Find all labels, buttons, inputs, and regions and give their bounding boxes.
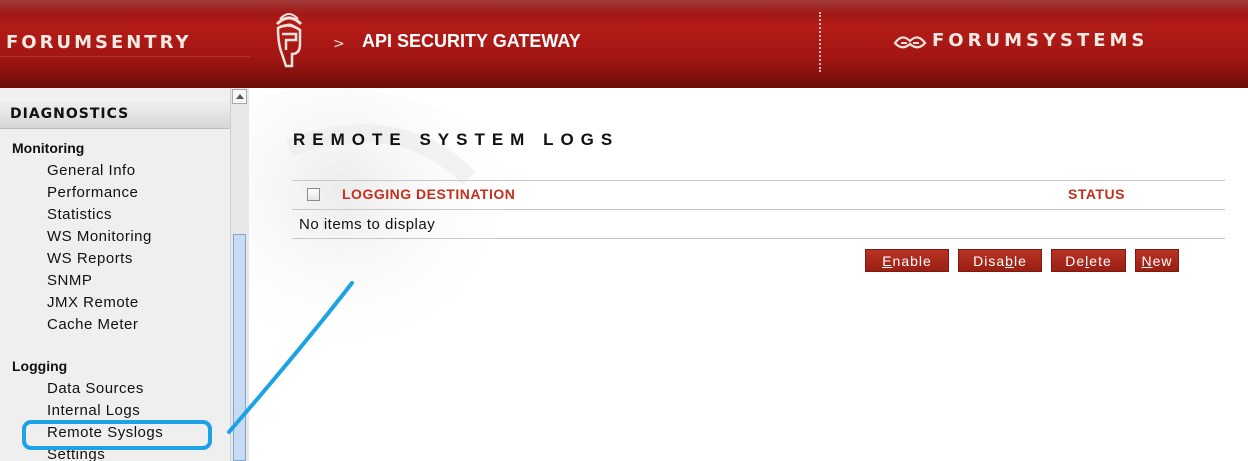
chevron-right-icon: > [333,36,345,52]
forumsentry-logo-text: FORUMSENTRY [6,32,192,53]
sidebar: DIAGNOSTICS Monitoring General Info Perf… [0,88,231,461]
sidebar-item-ws-monitoring[interactable]: WS Monitoring [47,228,152,245]
enable-button[interactable]: Enable [865,249,949,272]
select-all-checkbox[interactable] [307,188,320,201]
sidebar-scrollbar[interactable] [230,88,249,461]
column-header-status[interactable]: STATUS [1068,186,1125,202]
sidebar-item-performance[interactable]: Performance [47,184,138,201]
sidebar-item-snmp[interactable]: SNMP [47,272,92,289]
forumsystems-logo-text: FORUMSYSTEMS [932,30,1149,51]
scroll-thumb[interactable] [233,234,246,461]
product-title: API SECURITY GATEWAY [362,31,581,51]
sidebar-item-cache-meter[interactable]: Cache Meter [47,316,138,333]
table-divider [292,209,1225,210]
group-label-monitoring: Monitoring [12,140,85,156]
section-title: DIAGNOSTICS [10,106,130,122]
top-banner: FORUMSENTRY > API SECURITY GATEWAY FORUM… [0,0,1248,88]
scroll-up-arrow-icon[interactable] [232,89,247,104]
sidebar-item-data-sources[interactable]: Data Sources [47,380,144,397]
new-button[interactable]: New [1135,249,1179,272]
group-label-logging: Logging [12,358,68,374]
table-header-row: LOGGING DESTINATION STATUS [292,181,1225,209]
table-bottom-border [292,238,1225,239]
sidebar-item-statistics[interactable]: Statistics [47,206,112,223]
forumsystems-logo-icon [893,36,927,49]
main-content: REMOTE SYSTEM LOGS LOGGING DESTINATION S… [249,88,1248,461]
page-title: REMOTE SYSTEM LOGS [293,130,620,149]
sidebar-item-jmx-remote[interactable]: JMX Remote [47,294,139,311]
sidebar-item-internal-logs[interactable]: Internal Logs [47,402,140,419]
sidebar-item-general-info[interactable]: General Info [47,162,136,179]
disable-button[interactable]: Disa b le [958,249,1042,272]
empty-table-message: No items to display [299,216,436,233]
delete-button[interactable]: De l ete [1051,249,1126,272]
column-header-logging-destination[interactable]: LOGGING DESTINATION [342,186,515,202]
helmet-logo-icon [275,13,303,68]
sidebar-section-header[interactable]: DIAGNOSTICS [0,98,230,129]
sidebar-item-ws-reports[interactable]: WS Reports [47,250,133,267]
annotation-highlight [22,420,212,450]
header-divider [819,12,821,72]
